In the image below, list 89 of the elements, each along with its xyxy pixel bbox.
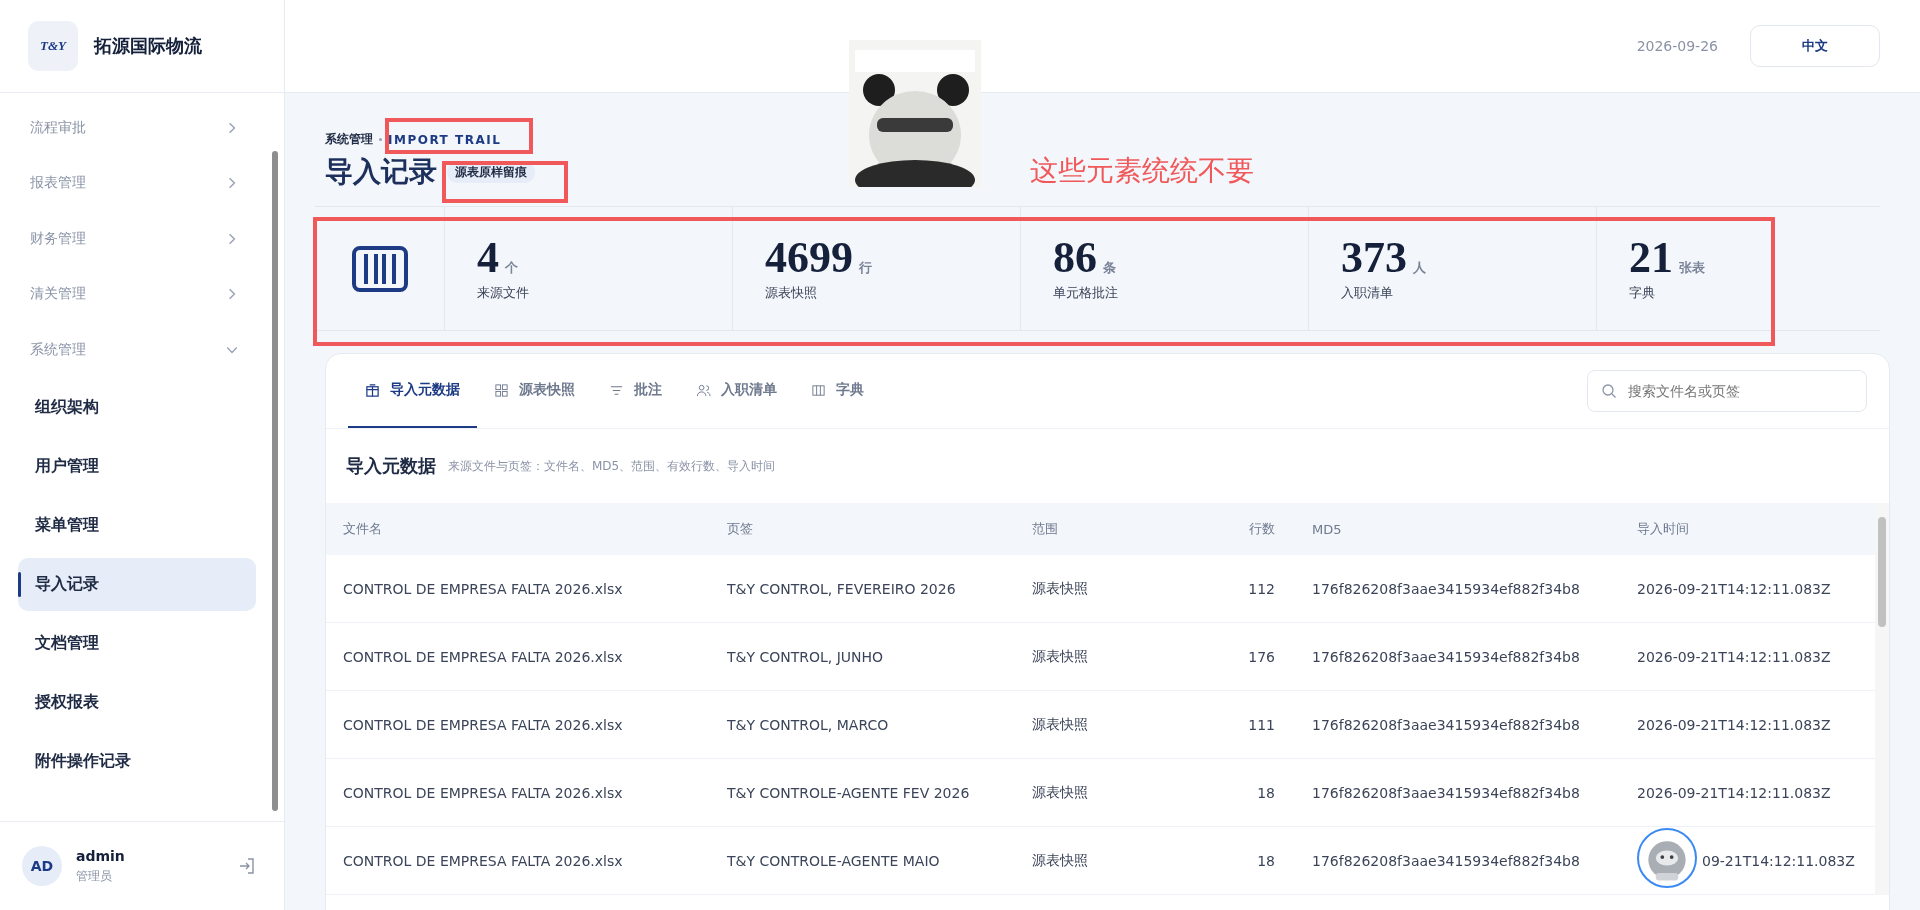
date-text: 2026-09-26 [1636, 38, 1718, 54]
tab[interactable]: 导入元数据 [348, 354, 477, 428]
tab[interactable]: 批注 [592, 354, 679, 428]
table-cell-text: CONTROL DE EMPRESA FALTA 2026.xlsx [342, 648, 624, 665]
chevron-icon [226, 121, 238, 134]
submenu-item[interactable]: 文档管理 [18, 616, 256, 670]
chevron-icon [226, 288, 238, 301]
stat-unit: 行 [859, 259, 872, 277]
table-cell-text: 2026-09-21T14:12:11.083Z [1636, 784, 1832, 801]
table-cell-text: 112 [1247, 580, 1276, 597]
submenu-item[interactable]: 附件操作记录 [18, 734, 256, 788]
table-cell-text: 源表快照 [1031, 579, 1089, 598]
user-role: 管理员 [76, 867, 113, 885]
section-title: 导入元数据 [346, 454, 436, 478]
table-cell-text: CONTROL DE EMPRESA FALTA 2026.xlsx [342, 784, 624, 801]
table-cell-text: 源表快照 [1031, 715, 1089, 734]
table-cell-text: 176f826208f3aae3415934ef882f34b8 [1311, 852, 1581, 869]
user-name: admin [76, 847, 126, 864]
tab[interactable]: 入职清单 [679, 354, 794, 428]
annotation-note: 这些元素统统不要 [1030, 153, 1254, 189]
table-cell-text: 2026-09-21T14:12:11.083Z [1636, 716, 1832, 733]
column-header: 页签 [726, 520, 754, 538]
submenu-item[interactable]: 授权报表 [18, 675, 256, 729]
table-cell-text: 176f826208f3aae3415934ef882f34b8 [1311, 580, 1581, 597]
table-cell-text: 176f826208f3aae3415934ef882f34b8 [1311, 784, 1581, 801]
tab[interactable]: 源表快照 [477, 354, 592, 428]
table-cell-text: CONTROL DE EMPRESA FALTA 2026.xlsx [342, 580, 624, 597]
page-title: 导入记录 [325, 155, 437, 189]
stat-label: 字典 [1629, 285, 1656, 302]
stat-value: 21 [1629, 235, 1673, 281]
stat-label: 来源文件 [477, 285, 530, 302]
table-cell-text: T&Y CONTROLE-AGENTE FEV 2026 [726, 784, 971, 801]
table-cell-text: 18 [1256, 852, 1276, 869]
table-cell-text: 176 [1247, 648, 1276, 665]
stat-unit: 张表 [1679, 259, 1705, 277]
chevron-icon [226, 232, 238, 245]
scrollbar[interactable] [1875, 503, 1889, 895]
logout-icon[interactable] [238, 857, 256, 875]
table-cell-text: T&Y CONTROL, MARCO [726, 716, 890, 733]
stat-label: 源表快照 [765, 285, 818, 302]
stat-value: 373 [1341, 235, 1407, 281]
logo: T&Y [28, 21, 78, 71]
section-subtitle: 来源文件与页签：文件名、MD5、范围、有效行数、导入时间 [448, 457, 776, 475]
table-cell-text: 111 [1247, 716, 1276, 733]
table-cell-text: T&Y CONTROL, FEVEREIRO 2026 [726, 580, 957, 597]
submenu-item[interactable]: 菜单管理 [18, 498, 256, 552]
search-field[interactable]: 搜索文件名或页签 [1587, 370, 1867, 412]
table-cell-text: 源表快照 [1031, 647, 1089, 666]
stat-unit: 个 [505, 259, 518, 277]
table-cell-text: 176f826208f3aae3415934ef882f34b8 [1311, 716, 1581, 733]
table-cell-text: CONTROL DE EMPRESA FALTA 2026.xlsx [342, 716, 624, 733]
box-icon [365, 382, 380, 398]
column-header: 行数 [1248, 520, 1276, 538]
table-cell-text: 2026-09-21T14:12:11.083Z [1636, 580, 1832, 597]
column-header: 导入时间 [1636, 520, 1690, 538]
table-cell-text: 09-21T14:12:11.083Z [1701, 852, 1856, 869]
table-cell-text: 176f826208f3aae3415934ef882f34b8 [1311, 648, 1581, 665]
stat-label: 单元格批注 [1053, 285, 1119, 302]
table-cell-text: T&Y CONTROL, JUNHO [726, 648, 885, 665]
users-icon [696, 382, 711, 398]
columns-icon [351, 245, 408, 292]
column-header: MD5 [1311, 521, 1343, 537]
avatar: AD [22, 846, 62, 886]
column-header: 文件名 [342, 520, 383, 538]
submenu-item[interactable]: 组织架构 [18, 380, 256, 434]
stat-unit: 人 [1413, 259, 1426, 277]
table-cell-text: T&Y CONTROLE-AGENTE MAIO [726, 852, 941, 869]
column-header: 范围 [1031, 520, 1059, 538]
brand-name: 拓源国际物流 [94, 34, 202, 58]
chevron-icon [226, 177, 238, 190]
language-button[interactable]: 中文 [1750, 25, 1880, 67]
table-cell-text: 源表快照 [1031, 783, 1089, 802]
breadcrumb-link[interactable]: 系统管理 [325, 131, 373, 148]
stat-unit: 条 [1103, 259, 1116, 277]
grid-icon [494, 382, 509, 398]
tab[interactable]: 字典 [794, 354, 881, 428]
submenu-item[interactable]: 用户管理 [18, 439, 256, 493]
table-cell-text: CONTROL DE EMPRESA FALTA 2026.xlsx [342, 852, 624, 869]
table-cell-text: 源表快照 [1031, 851, 1089, 870]
stat-value: 86 [1053, 235, 1097, 281]
stat-value: 4 [477, 235, 499, 281]
stat-value: 4699 [765, 235, 853, 281]
stat-label: 入职清单 [1341, 285, 1394, 302]
breadcrumb-current: IMPORT TRAIL [388, 132, 502, 147]
columns-icon [811, 382, 826, 398]
table-cell-text: 2026-09-21T14:12:11.083Z [1636, 648, 1832, 665]
submenu-item[interactable]: 导入记录 [18, 557, 256, 611]
table-cell-text: 18 [1256, 784, 1276, 801]
search-icon [1601, 383, 1617, 399]
